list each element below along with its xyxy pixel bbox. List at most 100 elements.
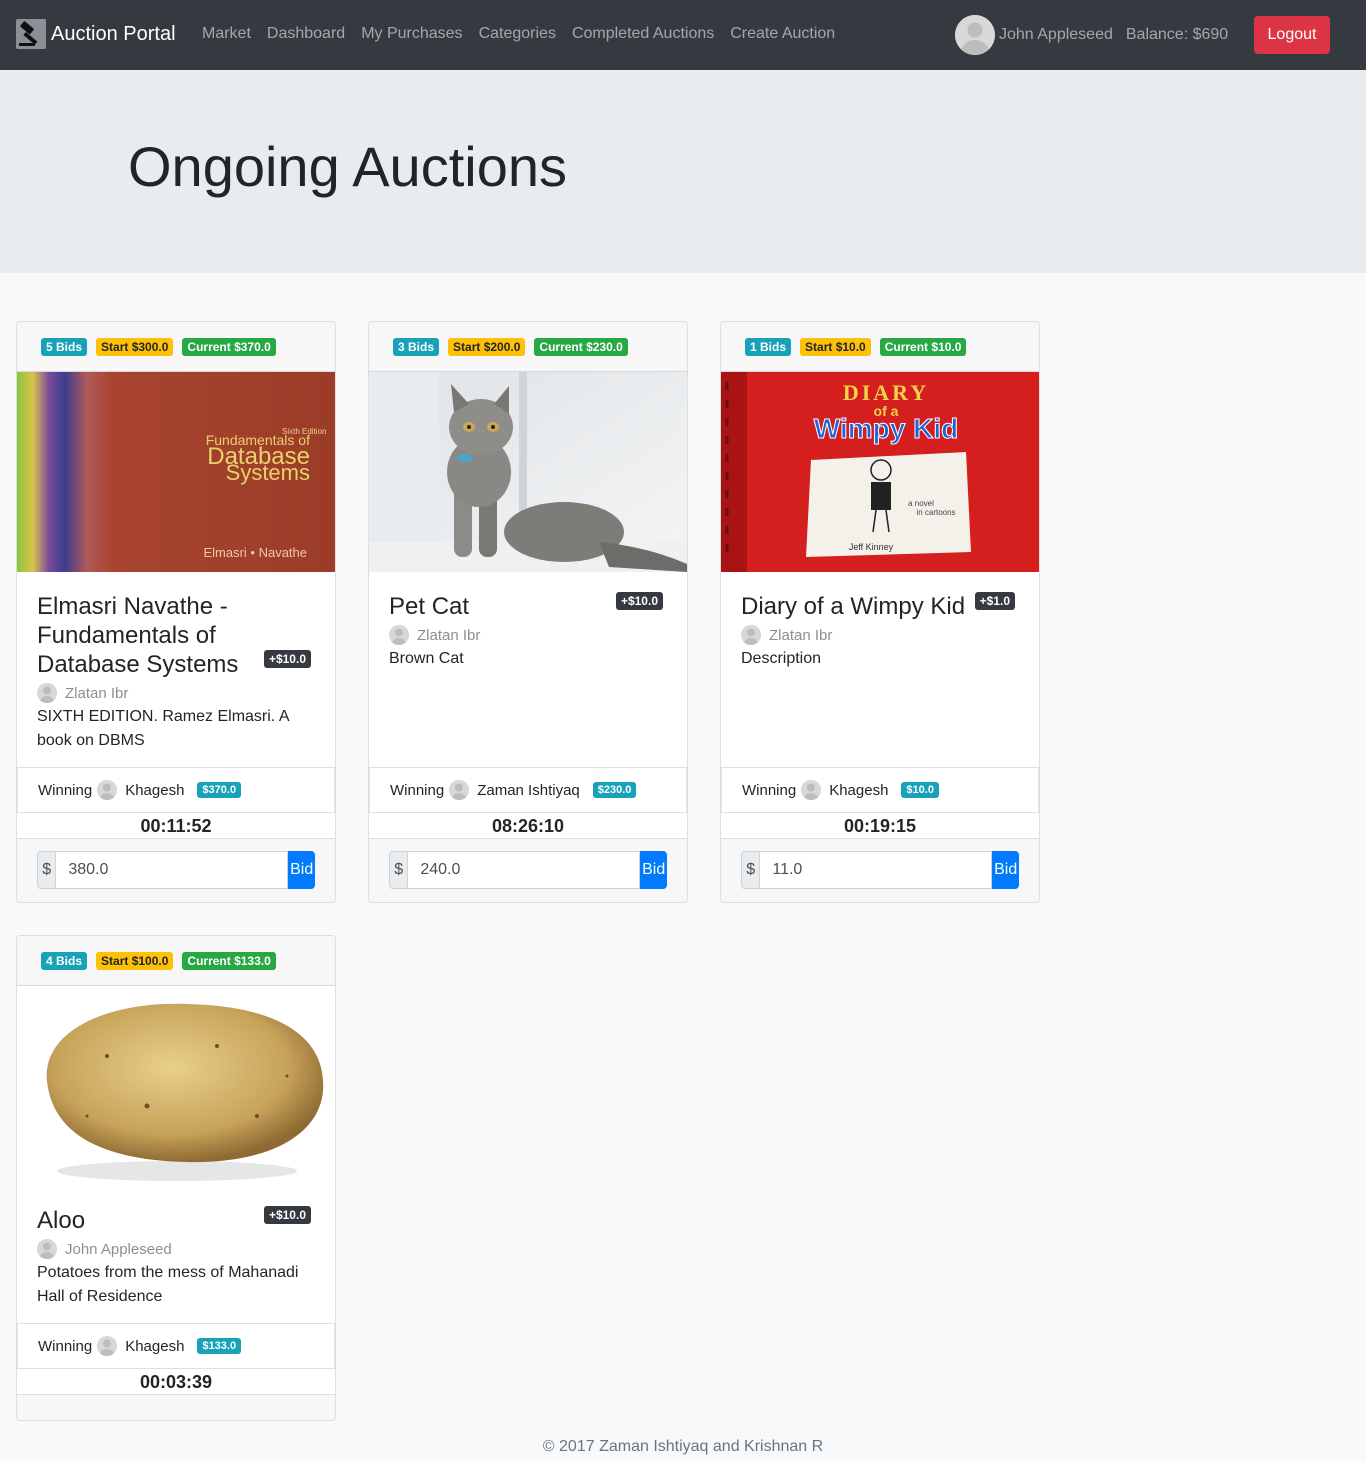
bid-amount-input[interactable]: [760, 851, 993, 889]
cover-line-3: Wimpy Kid: [814, 413, 958, 444]
bid-button[interactable]: Bid: [288, 851, 315, 889]
winning-label: Winning: [390, 781, 445, 799]
currency-addon: $: [37, 851, 57, 889]
user-avatar-icon: [741, 625, 761, 645]
seller: John Appleseed: [37, 1239, 315, 1259]
user-name[interactable]: John Appleseed: [999, 26, 1113, 44]
card-body: Aloo +$10.0 John Appleseed Potatoes from…: [17, 1186, 335, 1309]
brand-name: Auction Portal: [51, 22, 176, 45]
start-price-badge: Start $100.0: [96, 952, 174, 970]
bid-amount-input[interactable]: [56, 851, 289, 889]
winning-row: Winning Khagesh $370.0: [17, 767, 335, 813]
winner-name[interactable]: Khagesh: [829, 782, 888, 799]
card-body: Pet Cat +$10.0 Zlatan Ibr Brown Cat: [369, 572, 687, 671]
winner-amount-badge: $133.0: [197, 1338, 242, 1354]
item-image[interactable]: Sixth Edition Fundamentals of Database S…: [17, 372, 335, 572]
cover-note-1: a novel: [908, 499, 934, 508]
nav-link-dashboard[interactable]: Dashboard: [259, 24, 353, 44]
item-description: Potatoes from the mess of Mahanadi Hall …: [37, 1264, 299, 1305]
user-avatar-icon[interactable]: [955, 15, 995, 55]
gavel-icon: [16, 19, 46, 49]
card-body: Elmasri Navathe - Fundamentals of Databa…: [17, 572, 335, 753]
card-footer: [17, 1395, 335, 1420]
seller-name[interactable]: Zlatan Ibr: [65, 685, 128, 702]
nav-link-create-auction[interactable]: Create Auction: [722, 24, 843, 44]
auction-card: 4 Bids Start $100.0 Current $133.0 Aloo …: [16, 935, 336, 1421]
nav-link-my-purchases[interactable]: My Purchases: [353, 24, 470, 44]
card-footer: $ Bid: [369, 839, 687, 902]
bids-badge: 1 Bids: [745, 338, 792, 356]
item-image[interactable]: DIARY of a Wimpy Kid a novel in cartoons…: [721, 372, 1039, 572]
bid-button[interactable]: Bid: [992, 851, 1019, 889]
winner-name[interactable]: Khagesh: [125, 1338, 184, 1355]
footer-copyright: © 2017 Zaman Ishtiyaq and Krishnan R: [542, 1438, 824, 1455]
start-price-badge: Start $200.0: [448, 338, 526, 356]
page-title: Ongoing Auctions: [128, 135, 567, 198]
jumbotron: Ongoing Auctions: [0, 70, 1366, 273]
nav-link-market[interactable]: Market: [194, 24, 259, 44]
card-header: 3 Bids Start $200.0 Current $230.0: [369, 322, 687, 372]
countdown-timer: 00:03:39: [17, 1369, 335, 1395]
logout-button[interactable]: Logout: [1254, 16, 1330, 54]
increment-badge: +$1.0: [974, 592, 1015, 610]
card-header: 1 Bids Start $10.0 Current $10.0: [721, 322, 1039, 372]
item-description: Brown Cat: [389, 650, 464, 667]
winner-amount-badge: $10.0: [901, 782, 939, 798]
current-price-badge: Current $230.0: [534, 338, 628, 356]
winning-row: Winning Zaman Ishtiyaq $230.0: [369, 767, 687, 813]
card-header: 5 Bids Start $300.0 Current $370.0: [17, 322, 335, 372]
auction-card: 5 Bids Start $300.0 Current $370.0 Sixth…: [16, 321, 336, 903]
user-avatar-icon: [97, 780, 118, 800]
winner-name[interactable]: Zaman Ishtiyaq: [477, 782, 580, 799]
nav-link-completed-auctions[interactable]: Completed Auctions: [564, 24, 722, 44]
auction-card: 3 Bids Start $200.0 Current $230.0 Pet C…: [368, 321, 688, 903]
seller: Zlatan Ibr: [389, 625, 667, 645]
bids-badge: 4 Bids: [41, 952, 88, 970]
user-avatar-icon: [37, 1239, 57, 1259]
cover-author: Jeff Kinney: [849, 542, 894, 552]
item-description: Description: [741, 650, 822, 667]
user-avatar-icon: [801, 780, 822, 800]
card-body: Diary of a Wimpy Kid +$1.0 Zlatan Ibr De…: [721, 572, 1039, 671]
increment-badge: +$10.0: [615, 592, 663, 610]
item-image[interactable]: [369, 372, 687, 572]
seller-name[interactable]: Zlatan Ibr: [769, 627, 832, 644]
bid-button[interactable]: Bid: [640, 851, 667, 889]
bids-badge: 3 Bids: [393, 338, 440, 356]
nav-link-categories[interactable]: Categories: [471, 24, 564, 44]
card-footer: $ Bid: [721, 839, 1039, 902]
cover-authors: Elmasri • Navathe: [203, 545, 307, 560]
cover-note-2: in cartoons: [916, 508, 955, 517]
cover-title-3: Systems: [226, 460, 310, 485]
countdown-timer: 00:11:52: [17, 813, 335, 839]
seller: Zlatan Ibr: [741, 625, 1019, 645]
winning-label: Winning: [38, 1337, 93, 1355]
user-avatar-icon: [37, 683, 57, 703]
bid-amount-input[interactable]: [408, 851, 641, 889]
item-description: SIXTH EDITION. Ramez Elmasri. A book on …: [37, 708, 289, 749]
seller-name[interactable]: John Appleseed: [65, 1241, 172, 1258]
start-price-badge: Start $300.0: [96, 338, 174, 356]
winning-row: Winning Khagesh $10.0: [721, 767, 1039, 813]
bid-form: $ Bid: [741, 851, 1019, 889]
winning-row: Winning Khagesh $133.0: [17, 1323, 335, 1369]
bids-badge: 5 Bids: [41, 338, 88, 356]
seller-name[interactable]: Zlatan Ibr: [417, 627, 480, 644]
card-footer: $ Bid: [17, 839, 335, 902]
bid-form: $ Bid: [37, 851, 315, 889]
nav-links: Market Dashboard My Purchases Categories…: [194, 24, 843, 44]
user-avatar-icon: [449, 780, 470, 800]
seller: Zlatan Ibr: [37, 683, 315, 703]
card-header: 4 Bids Start $100.0 Current $133.0: [17, 936, 335, 986]
item-image[interactable]: [17, 986, 335, 1186]
brand[interactable]: Auction Portal: [16, 19, 176, 49]
user-avatar-icon: [97, 1336, 118, 1356]
bid-form: $ Bid: [389, 851, 667, 889]
increment-badge: +$10.0: [263, 1206, 311, 1224]
cover-line-1: DIARY: [843, 380, 929, 405]
user-info: John Appleseed Balance: $690: [955, 15, 1228, 55]
winning-label: Winning: [38, 781, 93, 799]
item-title[interactable]: Elmasri Navathe - Fundamentals of Databa…: [37, 592, 257, 679]
winner-name[interactable]: Khagesh: [125, 782, 184, 799]
currency-addon: $: [389, 851, 409, 889]
